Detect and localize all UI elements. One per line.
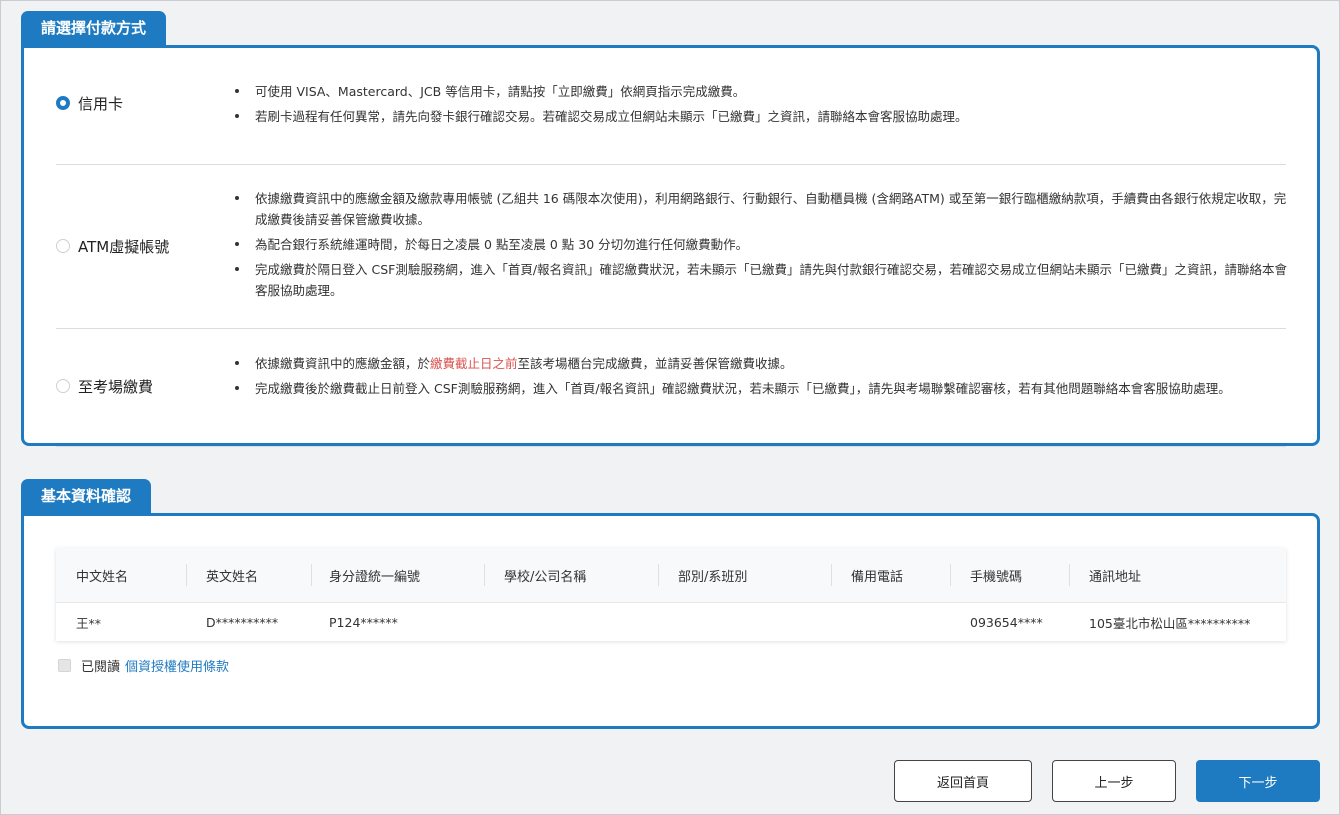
table-header: 中文姓名 英文姓名 身分證統一編號 學校/公司名稱 部別/系班別 備用電話 手機… xyxy=(56,548,1286,603)
atm-description: 依據繳費資訊中的應繳金額及繳款專用帳號 (乙組共 16 碼限本次使用)，利用網路… xyxy=(231,188,1291,305)
column-header: 身分證統一編號 xyxy=(311,548,420,602)
exam-site-description: 依據繳費資訊中的應繳金額，於繳費截止日之前至該考場櫃台完成繳費，並請妥善保管繳費… xyxy=(231,353,1291,403)
radio-label-atm: ATM虛擬帳號 xyxy=(78,237,170,256)
privacy-terms-link[interactable]: 個資授權使用條款 xyxy=(125,656,229,675)
payment-option-credit-card: 信用卡 可使用 VISA、Mastercard、JCB 等信用卡，請點按「立即繳… xyxy=(56,68,1286,165)
payment-panel: 信用卡 可使用 VISA、Mastercard、JCB 等信用卡，請點按「立即繳… xyxy=(21,45,1320,447)
table-cell: 105臺北市松山區********** xyxy=(1089,615,1251,631)
basic-info-section-title: 基本資料確認 xyxy=(21,479,152,514)
basic-info-section: 基本資料確認 中文姓名 英文姓名 身分證統一編號 學校/公司名稱 部別/系班別 … xyxy=(21,479,1320,729)
info-table: 中文姓名 英文姓名 身分證統一編號 學校/公司名稱 部別/系班別 備用電話 手機… xyxy=(56,548,1286,641)
radio-checked-icon[interactable] xyxy=(56,96,70,110)
column-header: 部別/系班別 xyxy=(658,548,747,602)
text: 至該考場櫃台完成繳費，並請妥善保管繳費收據。 xyxy=(517,356,793,371)
text: 依據繳費資訊中的應繳金額，於 xyxy=(255,356,431,371)
list-item: 依據繳費資訊中的應繳金額及繳款專用帳號 (乙組共 16 碼限本次使用)，利用網路… xyxy=(231,188,1291,230)
agree-checkbox[interactable] xyxy=(58,659,71,672)
table-cell: D********** xyxy=(206,614,279,630)
payment-section: 請選擇付款方式 信用卡 可使用 VISA、Mastercard、JCB 等信用卡… xyxy=(21,11,1320,447)
list-item: 可使用 VISA、Mastercard、JCB 等信用卡，請點按「立即繳費」依網… xyxy=(231,81,1291,102)
radio-exam-site[interactable]: 至考場繳費 xyxy=(56,374,153,398)
list-item: 為配合銀行系統維運時間，於每日之凌晨 0 點至凌晨 0 點 30 分切勿進行任何… xyxy=(231,234,1291,255)
payment-option-atm: ATM虛擬帳號 依據繳費資訊中的應繳金額及繳款專用帳號 (乙組共 16 碼限本次… xyxy=(56,165,1287,329)
radio-label-credit-card: 信用卡 xyxy=(78,94,124,113)
payment-option-exam-site: 至考場繳費 依據繳費資訊中的應繳金額，於繳費截止日之前至該考場櫃台完成繳費，並請… xyxy=(56,329,1286,447)
column-header: 備用電話 xyxy=(831,548,903,602)
radio-label-exam-site: 至考場繳費 xyxy=(78,377,154,396)
radio-unchecked-icon[interactable] xyxy=(56,239,70,253)
next-step-button[interactable]: 下一步 xyxy=(1196,760,1320,802)
column-header: 通訊地址 xyxy=(1069,548,1141,602)
deadline-highlight: 繳費截止日之前 xyxy=(430,356,518,371)
list-item: 若刷卡過程有任何異常，請先向發卡銀行確認交易。若確認交易成立但網站未顯示「已繳費… xyxy=(231,106,1291,127)
column-header: 中文姓名 xyxy=(76,569,129,585)
radio-credit-card[interactable]: 信用卡 xyxy=(56,91,123,115)
column-header: 英文姓名 xyxy=(186,548,258,602)
table-cell: 093654**** xyxy=(970,614,1043,630)
table-cell: P124****** xyxy=(329,614,398,630)
column-header: 手機號碼 xyxy=(950,548,1022,602)
table-row: 王** D********** P124****** 093654**** 10… xyxy=(56,603,1286,641)
radio-unchecked-icon[interactable] xyxy=(56,379,70,393)
agree-terms: 已閱讀 個資授權使用條款 xyxy=(58,656,229,675)
agree-label: 已閱讀 xyxy=(81,660,121,675)
payment-section-title: 請選擇付款方式 xyxy=(21,11,167,46)
column-header: 學校/公司名稱 xyxy=(484,548,586,602)
list-item: 完成繳費後於繳費截止日前登入 CSF測驗服務網，進入「首頁/報名資訊」確認繳費狀… xyxy=(231,378,1291,399)
table-cell: 王** xyxy=(76,615,102,631)
previous-step-button[interactable]: 上一步 xyxy=(1052,760,1176,802)
basic-info-panel: 中文姓名 英文姓名 身分證統一編號 學校/公司名稱 部別/系班別 備用電話 手機… xyxy=(21,513,1320,729)
list-item: 完成繳費於隔日登入 CSF測驗服務網，進入「首頁/報名資訊」確認繳費狀況，若未顯… xyxy=(231,259,1291,301)
list-item: 依據繳費資訊中的應繳金額，於繳費截止日之前至該考場櫃台完成繳費，並請妥善保管繳費… xyxy=(231,353,1291,374)
back-home-button[interactable]: 返回首頁 xyxy=(894,760,1032,802)
credit-card-description: 可使用 VISA、Mastercard、JCB 等信用卡，請點按「立即繳費」依網… xyxy=(231,81,1291,131)
radio-atm[interactable]: ATM虛擬帳號 xyxy=(56,234,169,258)
